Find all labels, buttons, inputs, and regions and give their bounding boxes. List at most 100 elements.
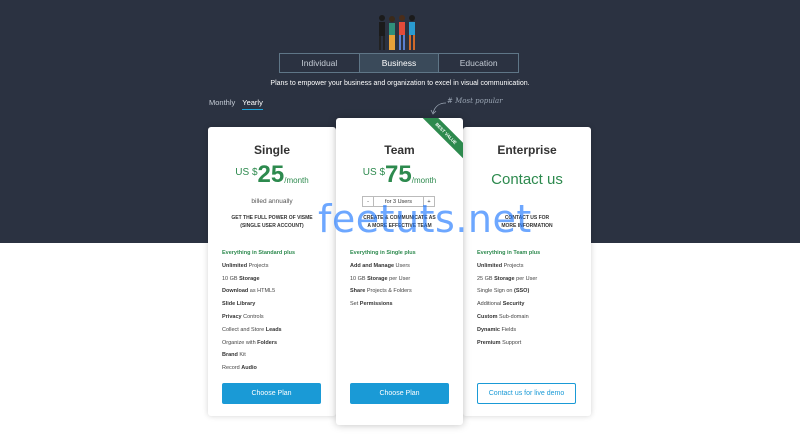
feature-item: Unlimited Projects: [477, 260, 540, 273]
plan-description-line: A MORE EFFECTIVE TEAM: [367, 223, 432, 229]
feature-text: Collect and Store: [222, 326, 266, 333]
price-amount: 25: [257, 161, 285, 188]
feature-highlight: Premium: [477, 339, 501, 346]
feature-text: as HTML5: [248, 288, 276, 295]
feature-text: Projects: [247, 262, 269, 269]
feature-text: Fields: [499, 326, 517, 333]
tab-business[interactable]: Business: [359, 54, 440, 72]
plan-title: Single: [253, 143, 290, 157]
feature-text: 10 GB: [222, 275, 240, 282]
billed-annually: billed annually: [251, 198, 293, 205]
feature-item: Everything in Standard plus: [222, 247, 295, 260]
billing-yearly[interactable]: Yearly: [242, 98, 263, 110]
plan-title: Team: [384, 143, 415, 157]
plan-price: US $ 25 /month: [208, 163, 336, 187]
feature-item: Premium Support: [477, 337, 540, 350]
feature-highlight: Storage: [367, 275, 388, 282]
increase-users-button[interactable]: +: [423, 197, 434, 206]
feature-text: Sub-domain: [497, 313, 529, 320]
tab-education[interactable]: Education: [439, 54, 518, 72]
feature-text: Controls: [241, 313, 264, 320]
plan-card-team: BEST VALUE Team US $ 75 /month - for 3 U…: [336, 118, 463, 425]
feature-item: Record Audio: [222, 362, 295, 375]
choose-plan-button[interactable]: Choose Plan: [222, 383, 321, 404]
feature-highlight: Download: [222, 288, 249, 295]
feature-text: per User: [514, 275, 538, 282]
plan-description-line: CREATE & COMMUNICATE AS: [363, 215, 436, 221]
feature-item: Everything in Team plus: [477, 247, 540, 260]
plan-title: Enterprise: [497, 143, 557, 157]
contact-live-demo-button[interactable]: Contact us for live demo: [477, 383, 576, 404]
feature-item: 10 GB Storage: [222, 273, 295, 286]
plan-description-line: CONTACT US FOR: [504, 215, 550, 221]
feature-highlight: Share: [350, 288, 366, 295]
feature-text: Single Sign on: [477, 288, 514, 295]
plan-description-line: MORE INFORMATION: [501, 223, 553, 229]
feature-highlight: Everything in Team: [477, 250, 528, 256]
plan-price: US $ 75 /month: [336, 163, 463, 187]
feature-highlight: Audio: [241, 365, 257, 372]
feature-item: Organize with Folders: [222, 337, 295, 350]
feature-item: Brand Kit: [222, 349, 295, 362]
billing-monthly[interactable]: Monthly: [209, 98, 235, 110]
feature-item: Collect and Store Leads: [222, 324, 295, 337]
tagline: Plans to empower your business and organ…: [270, 80, 530, 87]
decrease-users-button[interactable]: -: [363, 197, 374, 206]
plan-card-enterprise: Enterprise Contact us CONTACT US FOR MOR…: [463, 127, 591, 416]
feature-text: plus: [282, 250, 296, 256]
feature-item: Add and Manage Users: [350, 260, 416, 273]
feature-highlight: Privacy: [222, 313, 242, 320]
feature-item: Unlimited Projects: [222, 260, 295, 273]
feature-text: Set: [350, 301, 360, 308]
feature-highlight: Everything in Standard: [222, 250, 283, 256]
billing-toggle: Monthly Yearly: [209, 98, 263, 110]
feature-highlight: Add and Manage: [350, 262, 395, 269]
plan-description-line: (SINGLE USER ACCOUNT): [240, 223, 304, 229]
feature-text: Kit: [237, 352, 246, 359]
feature-item: Custom Sub-domain: [477, 311, 540, 324]
feature-text: Additional: [477, 301, 503, 308]
feature-text: Projects & Folders: [365, 288, 412, 295]
user-count-stepper: - for 3 Users +: [362, 196, 435, 207]
plan-description: CONTACT US FOR MORE INFORMATION: [463, 214, 591, 230]
contact-us-heading: Contact us: [491, 171, 563, 188]
feature-highlight: Folders: [257, 339, 278, 346]
feature-item: Additional Security: [477, 298, 540, 311]
feature-item: 10 GB Storage per User: [350, 273, 416, 286]
feature-highlight: Everything in Single: [350, 250, 403, 256]
feature-highlight: Permissions: [359, 301, 393, 308]
curved-arrow-icon: [430, 102, 447, 115]
feature-text: 10 GB: [350, 275, 368, 282]
feature-highlight: Dynamic: [477, 326, 500, 333]
feature-text: Projects: [502, 262, 524, 269]
feature-text: Users: [394, 262, 410, 269]
feature-item: Download as HTML5: [222, 285, 295, 298]
feature-highlight: Brand: [222, 352, 238, 359]
choose-plan-button[interactable]: Choose Plan: [350, 383, 449, 404]
feature-highlight: Unlimited: [222, 262, 248, 269]
feature-item: Set Permissions: [350, 298, 416, 311]
price-period: /month: [411, 176, 437, 185]
price-period: /month: [284, 176, 309, 185]
price-amount: 75: [385, 161, 412, 188]
feature-highlight: (SSO): [514, 288, 530, 295]
user-count-value: for 3 Users: [385, 198, 412, 205]
feature-highlight: Custom: [477, 313, 498, 320]
feature-highlight: Storage: [239, 275, 260, 282]
feature-item: Dynamic Fields: [477, 324, 540, 337]
feature-text: Record: [222, 365, 242, 372]
feature-text: per User: [387, 275, 411, 282]
feature-list: Everything in Standard plus Unlimited Pro…: [222, 247, 295, 375]
feature-highlight: Slide Library: [222, 301, 256, 308]
feature-text: 25 GB: [477, 275, 495, 282]
feature-highlight: Leads: [265, 326, 282, 333]
people-illustration: [379, 15, 415, 50]
plan-description-line: GET THE FULL POWER OF VISME: [231, 215, 313, 221]
feature-item: Everything in Single plus: [350, 247, 416, 260]
feature-item: Privacy Controls: [222, 311, 295, 324]
feature-list: Everything in Single plus Add and Manage …: [350, 247, 416, 311]
feature-highlight: Storage: [494, 275, 515, 282]
feature-text: plus: [527, 250, 541, 256]
feature-highlight: Unlimited: [477, 262, 503, 269]
tab-individual[interactable]: Individual: [280, 54, 360, 72]
